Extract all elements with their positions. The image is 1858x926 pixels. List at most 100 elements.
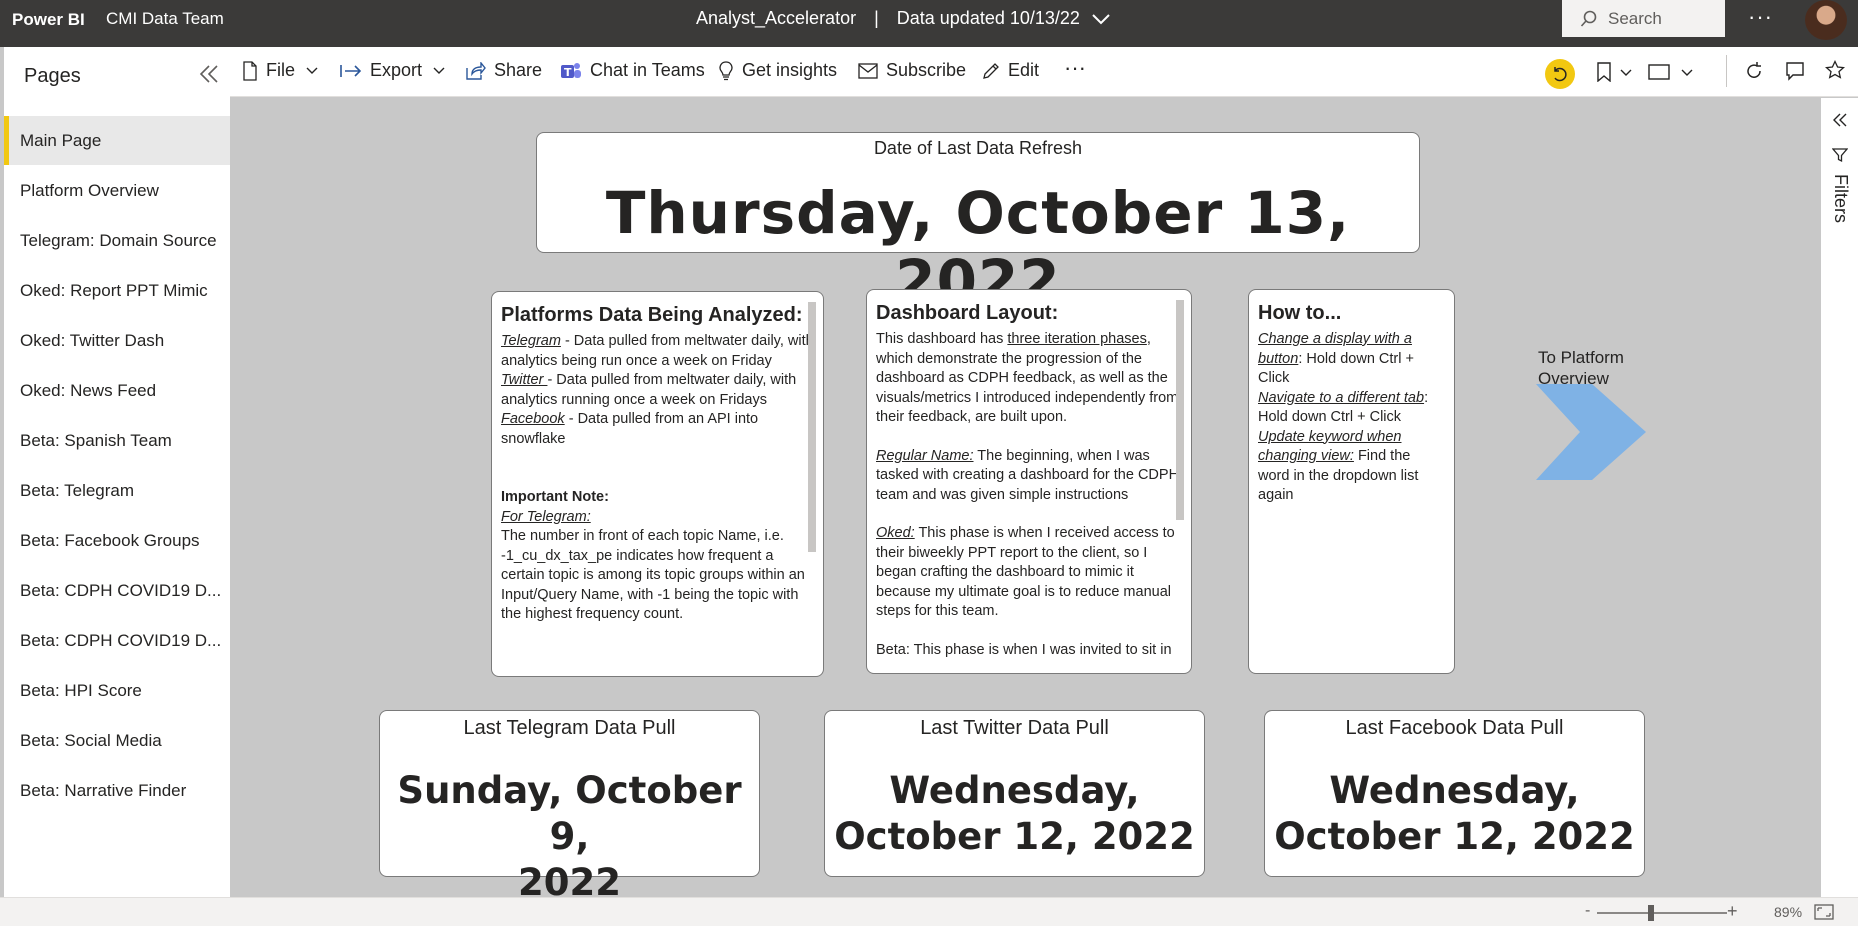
telegram-pull-label: Last Telegram Data Pull — [463, 717, 676, 739]
zoom-in-button[interactable]: + — [1727, 901, 1738, 922]
more-actions-icon[interactable]: ··· — [1064, 55, 1086, 81]
platforms-card[interactable]: Platforms Data Being Analyzed: Telegram … — [491, 291, 824, 677]
page-item-beta-hpi-score[interactable]: Beta: HPI Score — [4, 666, 230, 715]
comment-icon[interactable] — [1785, 61, 1805, 81]
search-input[interactable]: Search — [1562, 0, 1725, 37]
report-title-area[interactable]: Analyst_Accelerator | Data updated 10/13… — [696, 8, 1112, 29]
regular-name-info: Regular Name: The beginning, when I was … — [876, 447, 1180, 503]
page-item-beta-spanish-team[interactable]: Beta: Spanish Team — [4, 416, 230, 465]
card-scrollbar[interactable] — [1176, 300, 1184, 520]
twitter-pull-label: Last Twitter Data Pull — [920, 717, 1109, 739]
twitter-info: Twitter - Data pulled from meltwater dai… — [501, 372, 797, 408]
page-item-beta-cdph-covid19-b[interactable]: Beta: CDPH COVID19 D... — [4, 616, 230, 665]
undo-icon — [1545, 59, 1575, 89]
zoom-slider-handle[interactable] — [1648, 905, 1654, 921]
page-item-beta-cdph-covid19-a[interactable]: Beta: CDPH COVID19 D... — [4, 566, 230, 615]
powerbi-brand[interactable]: Power BI — [12, 10, 85, 30]
card-scrollbar[interactable] — [808, 302, 816, 552]
page-item-oked-news-feed[interactable]: Oked: News Feed — [4, 366, 230, 415]
bookmark-icon[interactable] — [1596, 62, 1612, 82]
action-toolbar: File Export Share T Chat in Teams Get in… — [230, 47, 1858, 97]
layout-title: Dashboard Layout: — [876, 302, 1059, 324]
zoom-slider[interactable] — [1597, 912, 1727, 914]
top-bar: Power BI CMI Data Team Analyst_Accelerat… — [0, 0, 1858, 47]
edit-button[interactable]: Edit — [982, 60, 1039, 81]
fit-to-page-icon[interactable] — [1814, 904, 1834, 920]
note-title: Important Note: — [501, 489, 609, 505]
filters-pane[interactable]: Filters — [1821, 98, 1858, 898]
pencil-icon — [983, 62, 999, 79]
report-name: Analyst_Accelerator — [696, 8, 857, 28]
howto-title: How to... — [1258, 302, 1342, 324]
workspace-name[interactable]: CMI Data Team — [106, 9, 224, 29]
more-options-icon[interactable]: ··· — [1748, 4, 1773, 30]
export-menu[interactable]: Export — [340, 60, 454, 81]
insights-label: Get insights — [742, 60, 838, 80]
avatar[interactable] — [1805, 0, 1847, 40]
page-item-beta-narrative-finder[interactable]: Beta: Narrative Finder — [4, 766, 230, 815]
mail-icon — [858, 62, 878, 79]
note-text: The number in front of each topic Name, … — [501, 528, 805, 622]
pages-pane: Pages Main Page Platform Overview Telegr… — [4, 47, 230, 897]
page-item-oked-report-ppt-mimic[interactable]: Oked: Report PPT Mimic — [4, 266, 230, 315]
page-item-telegram-domain-source[interactable]: Telegram: Domain Source — [4, 216, 230, 265]
page-item-beta-telegram[interactable]: Beta: Telegram — [4, 466, 230, 515]
last-refresh-card[interactable]: Date of Last Data Refresh Thursday, Octo… — [536, 132, 1420, 315]
reset-button[interactable] — [1545, 59, 1575, 89]
chat-in-teams-button[interactable]: T Chat in Teams — [560, 60, 705, 81]
page-item-platform-overview[interactable]: Platform Overview — [4, 166, 230, 215]
get-insights-button[interactable]: Get insights — [718, 60, 837, 81]
chevron-down-icon — [1092, 13, 1110, 24]
page-item-oked-twitter-dash[interactable]: Oked: Twitter Dash — [4, 316, 230, 365]
oked-info: Oked: This phase is when I received acce… — [876, 525, 1175, 619]
edit-label: Edit — [1008, 60, 1040, 80]
share-button[interactable]: Share — [466, 60, 542, 81]
subscribe-button[interactable]: Subscribe — [858, 60, 966, 81]
export-label: Export — [370, 60, 423, 80]
refresh-icon[interactable] — [1744, 61, 1764, 81]
zoom-out-button[interactable]: - — [1585, 902, 1590, 920]
file-icon — [243, 60, 257, 81]
page-item-beta-facebook-groups[interactable]: Beta: Facebook Groups — [4, 516, 230, 565]
chevron-down-icon[interactable] — [1680, 68, 1694, 78]
page-item-beta-social-media[interactable]: Beta: Social Media — [4, 716, 230, 765]
status-bar: - + 89% — [0, 897, 1858, 926]
search-icon — [1580, 10, 1597, 27]
data-updated: Data updated 10/13/22 — [896, 8, 1080, 28]
telegram-info: Telegram - Data pulled from meltwater da… — [501, 333, 814, 369]
how-to-card[interactable]: How to... Change a display with a button… — [1248, 289, 1455, 674]
expand-pane-icon[interactable] — [1832, 112, 1848, 128]
file-label: File — [266, 60, 296, 80]
share-icon — [466, 61, 486, 80]
howto-item: Change a display with a button: Hold dow… — [1258, 331, 1414, 386]
facebook-pull-label: Last Facebook Data Pull — [1345, 717, 1564, 739]
subscribe-label: Subscribe — [886, 60, 967, 80]
nav-platform-overview-label[interactable]: To Platform Overview — [1538, 347, 1624, 389]
collapse-pane-icon[interactable] — [198, 63, 220, 85]
chat-label: Chat in Teams — [590, 60, 705, 80]
facebook-pull-date: Wednesday, October 12, 2022 — [1274, 769, 1635, 858]
note-subtitle: For Telegram: — [501, 508, 591, 525]
beta-info: Beta: This phase is when I was invited t… — [876, 641, 1172, 658]
export-icon — [340, 64, 362, 77]
chevron-right-icon[interactable] — [1536, 384, 1646, 480]
chevron-down-icon[interactable] — [1619, 68, 1633, 78]
facebook-pull-card[interactable]: Last Facebook Data Pull Wednesday, Octob… — [1264, 710, 1645, 877]
chevron-down-icon — [433, 67, 445, 74]
file-menu[interactable]: File — [242, 60, 327, 81]
svg-text:T: T — [564, 66, 572, 79]
telegram-pull-date: Sunday, October 9, 2022 — [397, 769, 742, 904]
page-item-main-page[interactable]: Main Page — [4, 116, 230, 165]
view-icon[interactable] — [1648, 64, 1670, 80]
title-separator: | — [874, 8, 879, 28]
dashboard-layout-card[interactable]: Dashboard Layout: This dashboard has thr… — [866, 289, 1192, 674]
favorite-star-icon[interactable] — [1825, 60, 1845, 80]
howto-item: Navigate to a different tab: Hold down C… — [1258, 389, 1429, 426]
twitter-pull-card[interactable]: Last Twitter Data Pull Wednesday, Octobe… — [824, 710, 1205, 877]
pages-title: Pages — [24, 65, 81, 87]
telegram-pull-card[interactable]: Last Telegram Data Pull Sunday, October … — [379, 710, 760, 904]
platforms-title: Platforms Data Being Analyzed: — [501, 304, 803, 326]
twitter-pull-date: Wednesday, October 12, 2022 — [834, 769, 1195, 858]
facebook-info: Facebook - Data pulled from an API into … — [501, 411, 759, 447]
search-placeholder: Search — [1608, 8, 1662, 28]
